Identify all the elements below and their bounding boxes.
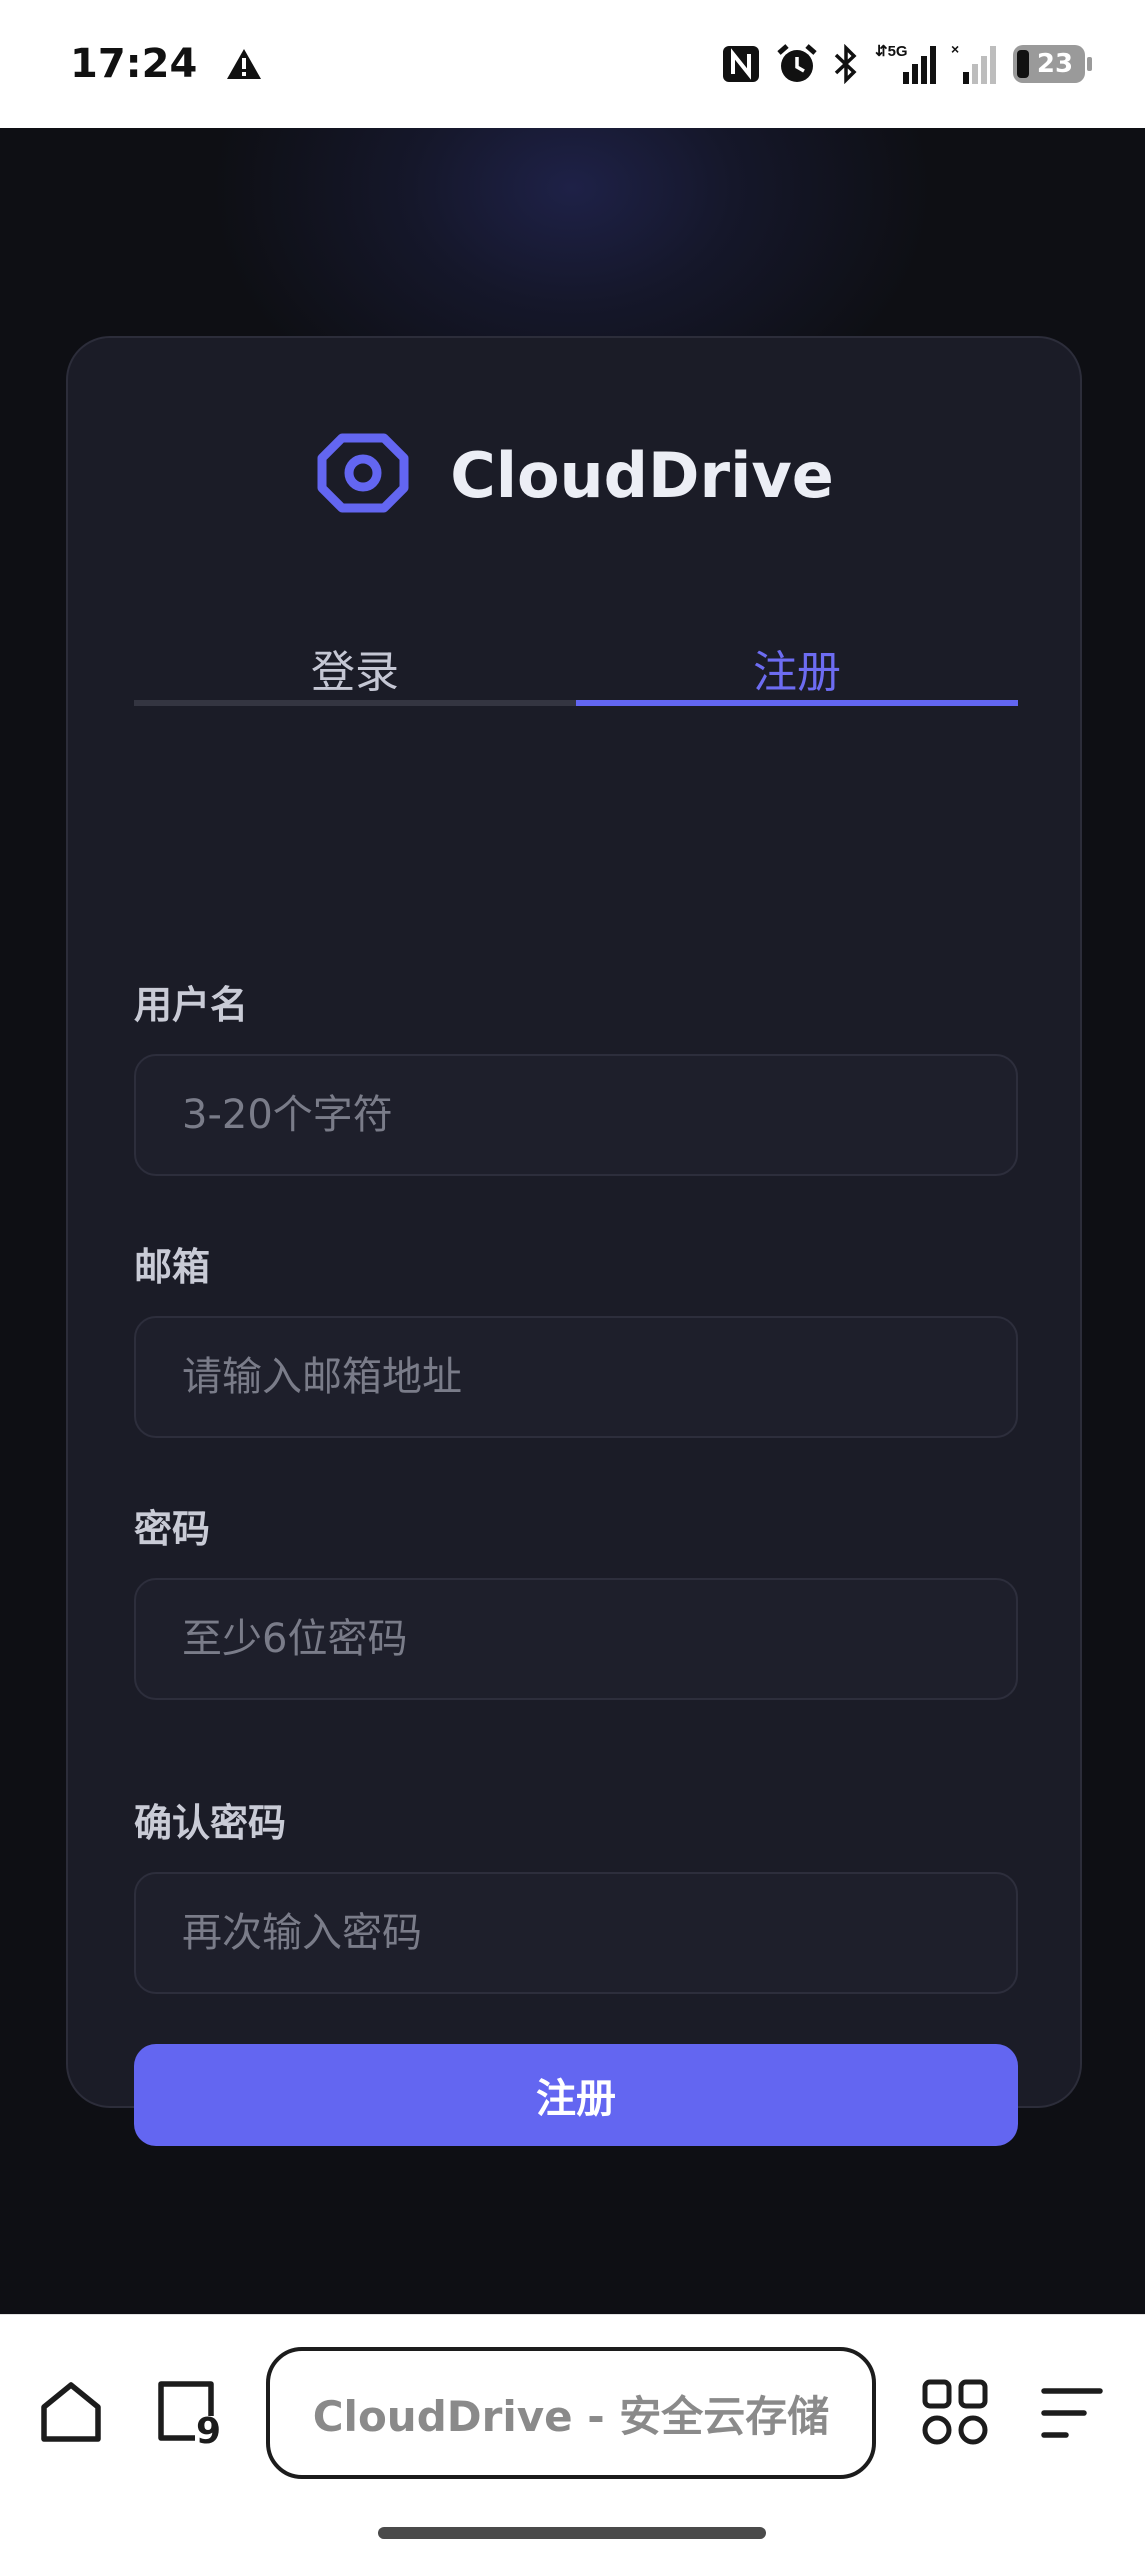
- tabs-button[interactable]: 9: [142, 2367, 232, 2457]
- bluetooth-icon: [833, 44, 859, 84]
- svg-text:×: ×: [951, 42, 959, 57]
- password-label: 密码: [134, 1507, 211, 1551]
- address-bar[interactable]: CloudDrive - 安全云存储: [266, 2347, 876, 2479]
- email-input[interactable]: [134, 1316, 1018, 1438]
- brand-header: CloudDrive: [68, 430, 1080, 520]
- auth-tabs: 登录 注册: [134, 634, 1018, 706]
- warning-icon: [225, 47, 263, 81]
- alarm-icon: [775, 43, 819, 85]
- email-label: 邮箱: [134, 1245, 211, 1289]
- home-button[interactable]: [26, 2367, 116, 2457]
- tab-login[interactable]: 登录: [134, 634, 576, 700]
- apps-button[interactable]: [910, 2367, 1000, 2457]
- password-input[interactable]: [134, 1578, 1018, 1700]
- username-input[interactable]: [134, 1054, 1018, 1176]
- battery-indicator: 23: [1013, 45, 1092, 83]
- menu-button[interactable]: [1026, 2367, 1116, 2457]
- page-title: CloudDrive - 安全云存储: [312, 2391, 830, 2441]
- confirm-password-label: 确认密码: [134, 1801, 287, 1845]
- confirm-password-input[interactable]: [134, 1872, 1018, 1994]
- tab-register[interactable]: 注册: [576, 634, 1018, 706]
- auth-card: CloudDrive 登录 注册 用户名 邮箱 密码 确认密码 注册: [66, 336, 1082, 2146]
- status-bar: 17:24 ⇵5G × 23: [0, 0, 1145, 128]
- home-icon: [41, 2382, 101, 2442]
- tab-count: 9: [196, 2411, 222, 2452]
- svg-text:⇵5G: ⇵5G: [875, 43, 908, 60]
- register-button[interactable]: 注册: [134, 2044, 1018, 2146]
- signal-5g-icon: ⇵5G: [873, 42, 937, 86]
- app-background: CloudDrive 登录 注册 用户名 邮箱 密码 确认密码 注册: [0, 128, 1145, 2314]
- browser-nav-bar: 9 CloudDrive - 安全云存储: [0, 2314, 1145, 2560]
- battery-level: 23: [1036, 49, 1074, 79]
- gesture-home-indicator[interactable]: [378, 2527, 766, 2539]
- apps-grid-icon: [922, 2379, 988, 2445]
- username-label: 用户名: [134, 983, 249, 1027]
- app-name: CloudDrive: [450, 438, 834, 512]
- signal-weak-icon: ×: [951, 42, 999, 86]
- menu-icon: [1041, 2388, 1103, 2438]
- status-time: 17:24: [70, 41, 198, 87]
- cloud-gear-logo-icon: [314, 430, 412, 520]
- nfc-icon: [721, 44, 761, 84]
